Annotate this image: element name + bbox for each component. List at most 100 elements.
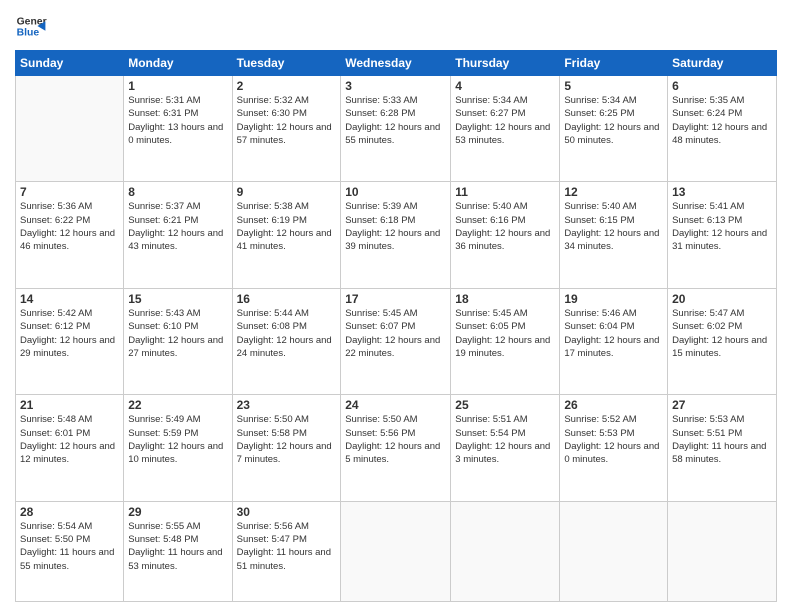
day-info: Sunrise: 5:51 AMSunset: 5:54 PMDaylight:…	[455, 413, 555, 466]
day-number: 27	[672, 398, 772, 412]
day-cell: 7Sunrise: 5:36 AMSunset: 6:22 PMDaylight…	[16, 182, 124, 288]
day-number: 7	[20, 185, 119, 199]
day-cell: 24Sunrise: 5:50 AMSunset: 5:56 PMDayligh…	[341, 395, 451, 501]
day-cell: 20Sunrise: 5:47 AMSunset: 6:02 PMDayligh…	[668, 288, 777, 394]
week-row-1: 1Sunrise: 5:31 AMSunset: 6:31 PMDaylight…	[16, 76, 777, 182]
day-cell: 23Sunrise: 5:50 AMSunset: 5:58 PMDayligh…	[232, 395, 341, 501]
day-number: 21	[20, 398, 119, 412]
day-info: Sunrise: 5:50 AMSunset: 5:56 PMDaylight:…	[345, 413, 446, 466]
day-number: 22	[128, 398, 227, 412]
day-number: 13	[672, 185, 772, 199]
page: General Blue SundayMondayTuesdayWednesda…	[0, 0, 792, 612]
day-info: Sunrise: 5:32 AMSunset: 6:30 PMDaylight:…	[237, 94, 337, 147]
day-cell: 2Sunrise: 5:32 AMSunset: 6:30 PMDaylight…	[232, 76, 341, 182]
day-info: Sunrise: 5:43 AMSunset: 6:10 PMDaylight:…	[128, 307, 227, 360]
week-row-3: 14Sunrise: 5:42 AMSunset: 6:12 PMDayligh…	[16, 288, 777, 394]
weekday-header-saturday: Saturday	[668, 51, 777, 76]
day-cell: 8Sunrise: 5:37 AMSunset: 6:21 PMDaylight…	[124, 182, 232, 288]
day-number: 12	[564, 185, 663, 199]
svg-text:Blue: Blue	[17, 28, 40, 39]
day-number: 6	[672, 79, 772, 93]
day-cell: 29Sunrise: 5:55 AMSunset: 5:48 PMDayligh…	[124, 501, 232, 601]
day-info: Sunrise: 5:45 AMSunset: 6:07 PMDaylight:…	[345, 307, 446, 360]
day-info: Sunrise: 5:34 AMSunset: 6:25 PMDaylight:…	[564, 94, 663, 147]
day-info: Sunrise: 5:37 AMSunset: 6:21 PMDaylight:…	[128, 200, 227, 253]
week-row-5: 28Sunrise: 5:54 AMSunset: 5:50 PMDayligh…	[16, 501, 777, 601]
day-info: Sunrise: 5:54 AMSunset: 5:50 PMDaylight:…	[20, 520, 119, 573]
day-number: 5	[564, 79, 663, 93]
week-row-4: 21Sunrise: 5:48 AMSunset: 6:01 PMDayligh…	[16, 395, 777, 501]
day-info: Sunrise: 5:40 AMSunset: 6:15 PMDaylight:…	[564, 200, 663, 253]
day-number: 30	[237, 505, 337, 519]
day-cell: 5Sunrise: 5:34 AMSunset: 6:25 PMDaylight…	[560, 76, 668, 182]
weekday-header-row: SundayMondayTuesdayWednesdayThursdayFrid…	[16, 51, 777, 76]
day-number: 17	[345, 292, 446, 306]
day-cell: 27Sunrise: 5:53 AMSunset: 5:51 PMDayligh…	[668, 395, 777, 501]
day-number: 14	[20, 292, 119, 306]
weekday-header-sunday: Sunday	[16, 51, 124, 76]
day-cell	[16, 76, 124, 182]
day-number: 3	[345, 79, 446, 93]
day-cell: 17Sunrise: 5:45 AMSunset: 6:07 PMDayligh…	[341, 288, 451, 394]
day-cell	[668, 501, 777, 601]
day-info: Sunrise: 5:46 AMSunset: 6:04 PMDaylight:…	[564, 307, 663, 360]
day-cell: 11Sunrise: 5:40 AMSunset: 6:16 PMDayligh…	[451, 182, 560, 288]
day-cell: 18Sunrise: 5:45 AMSunset: 6:05 PMDayligh…	[451, 288, 560, 394]
day-info: Sunrise: 5:40 AMSunset: 6:16 PMDaylight:…	[455, 200, 555, 253]
day-info: Sunrise: 5:31 AMSunset: 6:31 PMDaylight:…	[128, 94, 227, 147]
day-cell: 12Sunrise: 5:40 AMSunset: 6:15 PMDayligh…	[560, 182, 668, 288]
day-info: Sunrise: 5:38 AMSunset: 6:19 PMDaylight:…	[237, 200, 337, 253]
day-info: Sunrise: 5:36 AMSunset: 6:22 PMDaylight:…	[20, 200, 119, 253]
day-info: Sunrise: 5:42 AMSunset: 6:12 PMDaylight:…	[20, 307, 119, 360]
day-info: Sunrise: 5:39 AMSunset: 6:18 PMDaylight:…	[345, 200, 446, 253]
header: General Blue	[15, 10, 777, 42]
weekday-header-wednesday: Wednesday	[341, 51, 451, 76]
day-number: 28	[20, 505, 119, 519]
day-info: Sunrise: 5:47 AMSunset: 6:02 PMDaylight:…	[672, 307, 772, 360]
day-number: 10	[345, 185, 446, 199]
day-cell: 30Sunrise: 5:56 AMSunset: 5:47 PMDayligh…	[232, 501, 341, 601]
day-info: Sunrise: 5:55 AMSunset: 5:48 PMDaylight:…	[128, 520, 227, 573]
day-cell: 6Sunrise: 5:35 AMSunset: 6:24 PMDaylight…	[668, 76, 777, 182]
day-cell: 10Sunrise: 5:39 AMSunset: 6:18 PMDayligh…	[341, 182, 451, 288]
logo-icon: General Blue	[15, 10, 47, 42]
day-info: Sunrise: 5:35 AMSunset: 6:24 PMDaylight:…	[672, 94, 772, 147]
day-cell: 19Sunrise: 5:46 AMSunset: 6:04 PMDayligh…	[560, 288, 668, 394]
day-cell: 28Sunrise: 5:54 AMSunset: 5:50 PMDayligh…	[16, 501, 124, 601]
day-info: Sunrise: 5:48 AMSunset: 6:01 PMDaylight:…	[20, 413, 119, 466]
day-number: 25	[455, 398, 555, 412]
day-cell: 9Sunrise: 5:38 AMSunset: 6:19 PMDaylight…	[232, 182, 341, 288]
day-number: 4	[455, 79, 555, 93]
day-info: Sunrise: 5:56 AMSunset: 5:47 PMDaylight:…	[237, 520, 337, 573]
day-number: 20	[672, 292, 772, 306]
day-cell	[451, 501, 560, 601]
week-row-2: 7Sunrise: 5:36 AMSunset: 6:22 PMDaylight…	[16, 182, 777, 288]
day-number: 9	[237, 185, 337, 199]
day-cell: 13Sunrise: 5:41 AMSunset: 6:13 PMDayligh…	[668, 182, 777, 288]
day-number: 16	[237, 292, 337, 306]
day-cell: 1Sunrise: 5:31 AMSunset: 6:31 PMDaylight…	[124, 76, 232, 182]
day-info: Sunrise: 5:44 AMSunset: 6:08 PMDaylight:…	[237, 307, 337, 360]
weekday-header-thursday: Thursday	[451, 51, 560, 76]
day-info: Sunrise: 5:53 AMSunset: 5:51 PMDaylight:…	[672, 413, 772, 466]
day-number: 15	[128, 292, 227, 306]
day-cell: 3Sunrise: 5:33 AMSunset: 6:28 PMDaylight…	[341, 76, 451, 182]
day-number: 19	[564, 292, 663, 306]
day-number: 24	[345, 398, 446, 412]
day-info: Sunrise: 5:45 AMSunset: 6:05 PMDaylight:…	[455, 307, 555, 360]
day-info: Sunrise: 5:33 AMSunset: 6:28 PMDaylight:…	[345, 94, 446, 147]
day-number: 23	[237, 398, 337, 412]
day-number: 26	[564, 398, 663, 412]
day-cell: 21Sunrise: 5:48 AMSunset: 6:01 PMDayligh…	[16, 395, 124, 501]
day-number: 11	[455, 185, 555, 199]
day-cell: 15Sunrise: 5:43 AMSunset: 6:10 PMDayligh…	[124, 288, 232, 394]
day-info: Sunrise: 5:49 AMSunset: 5:59 PMDaylight:…	[128, 413, 227, 466]
day-cell: 26Sunrise: 5:52 AMSunset: 5:53 PMDayligh…	[560, 395, 668, 501]
day-cell	[560, 501, 668, 601]
calendar-table: SundayMondayTuesdayWednesdayThursdayFrid…	[15, 50, 777, 602]
weekday-header-friday: Friday	[560, 51, 668, 76]
day-number: 8	[128, 185, 227, 199]
logo: General Blue	[15, 10, 47, 42]
weekday-header-monday: Monday	[124, 51, 232, 76]
day-number: 2	[237, 79, 337, 93]
